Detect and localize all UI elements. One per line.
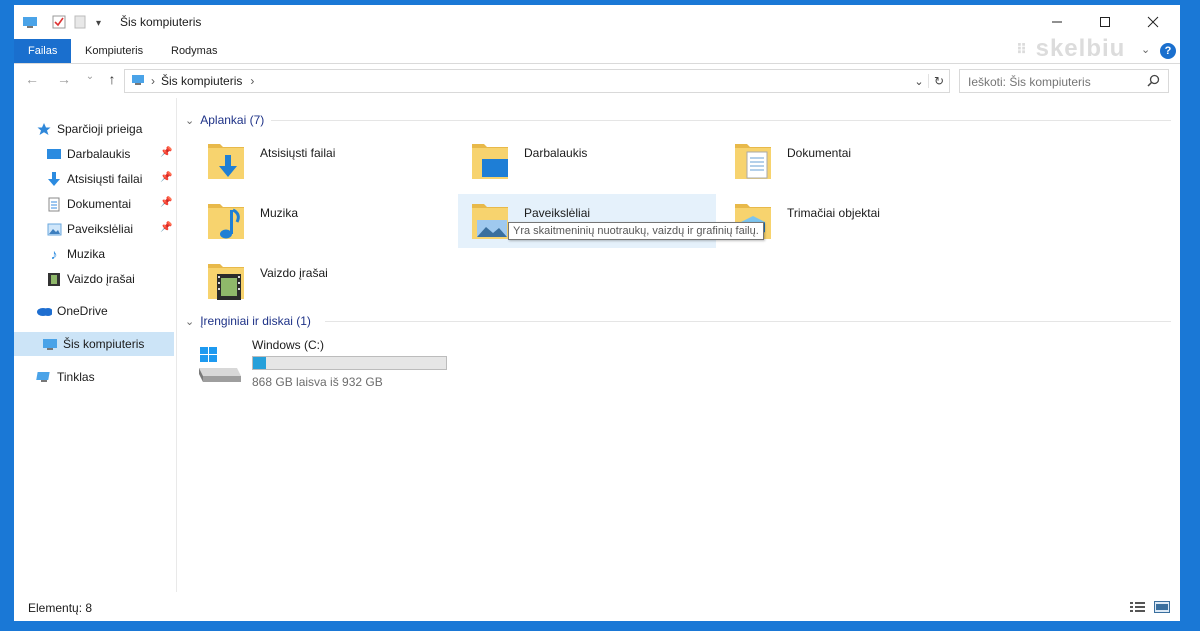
address-dropdown-icon[interactable]: ⌄ — [910, 75, 928, 88]
folder-downloads[interactable]: Atsisiųsti failai — [194, 134, 452, 188]
ribbon-tabs: Failas Kompiuteris Rodymas — [14, 39, 1180, 64]
music-folder-icon — [204, 196, 248, 244]
expand-ribbon-icon[interactable]: ⌄ — [1141, 43, 1150, 56]
pin-icon[interactable]: 📌 — [160, 197, 172, 208]
folder-label: Dokumentai — [787, 146, 852, 160]
search-input[interactable] — [966, 71, 1140, 93]
sidebar-item-quick-access[interactable]: Sparčioji prieiga — [36, 117, 196, 141]
large-icons-view-icon[interactable] — [1154, 601, 1170, 616]
sidebar-item-this-pc[interactable]: Šis kompiuteris — [14, 332, 174, 356]
window-title: Šis kompiuteris — [120, 15, 202, 29]
item-count: Elementų: 8 — [28, 601, 93, 615]
drive-usage-fill — [253, 357, 267, 369]
up-arrow-icon[interactable]: ↑ — [102, 71, 122, 87]
sidebar-item-label: OneDrive — [57, 304, 108, 318]
refresh-icon[interactable]: ↻ — [928, 74, 949, 88]
help-icon[interactable]: ? — [1160, 43, 1176, 59]
network-icon — [36, 369, 52, 385]
downloads-folder-icon — [204, 136, 248, 184]
picture-icon — [46, 221, 62, 237]
customize-toolbar-icon[interactable]: ▾ — [96, 18, 101, 29]
group-header-label: Aplankai (7) — [200, 113, 265, 127]
pin-icon[interactable]: 📌 — [160, 222, 172, 233]
group-header-label: Įrenginiai ir diskai (1) — [200, 314, 311, 328]
recent-locations-icon[interactable]: ⌄ — [80, 71, 100, 82]
collapse-chevron-icon[interactable]: ⌄ — [185, 114, 194, 127]
windows-drive-icon — [197, 346, 243, 389]
minimize-button[interactable] — [1034, 5, 1080, 39]
star-icon — [36, 121, 52, 137]
breadcrumb-this-pc[interactable]: Šis kompiuteris — [161, 74, 242, 88]
status-bar: Elementų: 8 — [14, 595, 1180, 621]
folder-music[interactable]: Muzika — [194, 194, 452, 248]
drive-c[interactable]: Windows (C:) 868 GB laisva iš 932 GB — [197, 338, 477, 392]
this-pc-icon — [42, 336, 58, 352]
breadcrumb-chevron-icon[interactable]: › — [250, 74, 254, 88]
quick-access-toolbar: ▾ — [22, 14, 101, 33]
tab-kompiuteris[interactable]: Kompiuteris — [71, 39, 157, 63]
tab-failas[interactable]: Failas — [14, 39, 72, 63]
folder-desktop[interactable]: Darbalaukis — [458, 134, 716, 188]
close-button[interactable] — [1130, 5, 1176, 39]
sidebar-item-label: Dokumentai — [67, 197, 132, 211]
desktop-icon — [46, 146, 62, 162]
sidebar-item-label: Muzika — [67, 247, 106, 261]
group-header-folders[interactable]: ⌄ Aplankai (7) — [185, 110, 1171, 130]
navigation-bar: ← → ⌄ ↑ › Šis kompiuteris › ⌄ ↻ — [14, 67, 1180, 95]
document-icon — [46, 196, 62, 212]
sidebar-item-network[interactable]: Tinklas — [36, 365, 196, 389]
search-box[interactable] — [959, 69, 1169, 93]
desktop-folder-icon — [468, 136, 512, 184]
drive-free-space: 868 GB laisva iš 932 GB — [252, 375, 383, 389]
file-explorer-window: ▾ Šis kompiuteris Failas Kompiuteris Rod… — [14, 5, 1180, 621]
pictures-folder-icon — [468, 196, 512, 244]
folder-label: Trimačiai objektai — [787, 206, 880, 220]
sidebar-item-label: Atsisiųsti failai — [67, 172, 143, 186]
folder-label: Vaizdo įrašai — [260, 266, 328, 280]
sidebar-item-label: Tinklas — [57, 370, 95, 384]
pin-icon[interactable]: 📌 — [160, 147, 172, 158]
folder-documents[interactable]: Dokumentai — [721, 134, 979, 188]
sidebar-item-label: Šis kompiuteris — [63, 337, 145, 351]
film-icon — [46, 271, 62, 287]
address-bar[interactable]: › Šis kompiuteris › ⌄ ↻ — [124, 69, 950, 93]
new-folder-icon[interactable] — [74, 15, 86, 32]
folder-label: Atsisiųsti failai — [260, 146, 336, 160]
tab-rodymas[interactable]: Rodymas — [157, 39, 231, 63]
folder-videos[interactable]: Vaizdo įrašai — [194, 254, 452, 308]
properties-icon[interactable] — [52, 15, 66, 32]
navigation-pane: Sparčioji prieiga Darbalaukis 📌 Atsisiųs… — [14, 98, 177, 592]
music-note-icon: ♪ — [50, 246, 58, 262]
sidebar-item-label: Sparčioji prieiga — [57, 122, 143, 136]
sidebar-item-label: Paveikslėliai — [67, 222, 134, 236]
title-bar: ▾ Šis kompiuteris — [14, 5, 1180, 39]
folder-label: Darbalaukis — [524, 146, 588, 160]
pin-icon[interactable]: 📌 — [160, 172, 172, 183]
watermark-logo: ⠿ skelbiu — [1016, 35, 1126, 62]
download-arrow-icon — [46, 171, 62, 187]
group-header-devices[interactable]: ⌄ Įrenginiai ir diskai (1) — [185, 311, 1171, 331]
back-arrow-icon[interactable]: ← — [22, 71, 42, 87]
this-pc-small-icon — [22, 14, 38, 33]
this-pc-address-icon — [131, 74, 145, 89]
sidebar-item-label: Darbalaukis — [67, 147, 131, 161]
content-area: ⌄ Aplankai (7) Atsisiųsti failai Darbala… — [177, 98, 1180, 592]
folder-label: Paveikslėliai — [524, 206, 591, 220]
cloud-icon — [36, 303, 52, 319]
tooltip: Yra skaitmeninių nuotraukų, vaizdų ir gr… — [508, 222, 764, 240]
forward-arrow-icon[interactable]: → — [54, 71, 74, 87]
search-icon[interactable] — [1147, 74, 1160, 90]
collapse-chevron-icon[interactable]: ⌄ — [185, 315, 194, 328]
drive-usage-bar — [252, 356, 447, 370]
details-view-icon[interactable] — [1130, 601, 1146, 616]
sidebar-item-onedrive[interactable]: OneDrive — [36, 299, 196, 323]
breadcrumb-separator-icon[interactable]: › — [151, 74, 155, 88]
documents-folder-icon — [731, 136, 775, 184]
folder-label: Muzika — [260, 206, 299, 220]
sidebar-item-label: Vaizdo įrašai — [67, 272, 135, 286]
maximize-button[interactable] — [1082, 5, 1128, 39]
drive-name: Windows (C:) — [252, 338, 325, 352]
videos-folder-icon — [204, 256, 248, 304]
